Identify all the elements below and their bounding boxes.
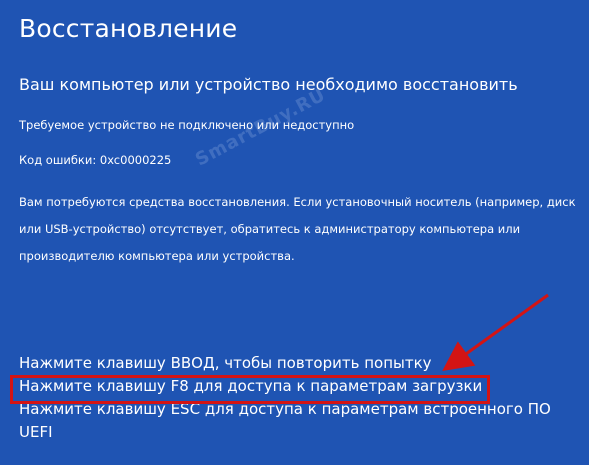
recovery-subtitle: Ваш компьютер или устройство необходимо … [19,75,518,94]
action-list: Нажмите клавишу ВВОД, чтобы повторить по… [19,352,579,444]
uefi-instruction[interactable]: Нажмите клавишу ESC для доступа к параме… [19,398,579,444]
retry-instruction[interactable]: Нажмите клавишу ВВОД, чтобы повторить по… [19,352,579,375]
boot-options-instruction[interactable]: Нажмите клавишу F8 для доступа к парамет… [19,375,579,398]
recovery-screen: SmartBuy.RU Восстановление Ваш компьютер… [0,0,589,465]
recovery-info: Вам потребуются средства восстановления.… [19,195,576,263]
page-title: Восстановление [19,14,238,43]
error-code: Код ошибки: 0xc0000225 [19,153,172,167]
status-message: Требуемое устройство не подключено или н… [19,118,355,132]
